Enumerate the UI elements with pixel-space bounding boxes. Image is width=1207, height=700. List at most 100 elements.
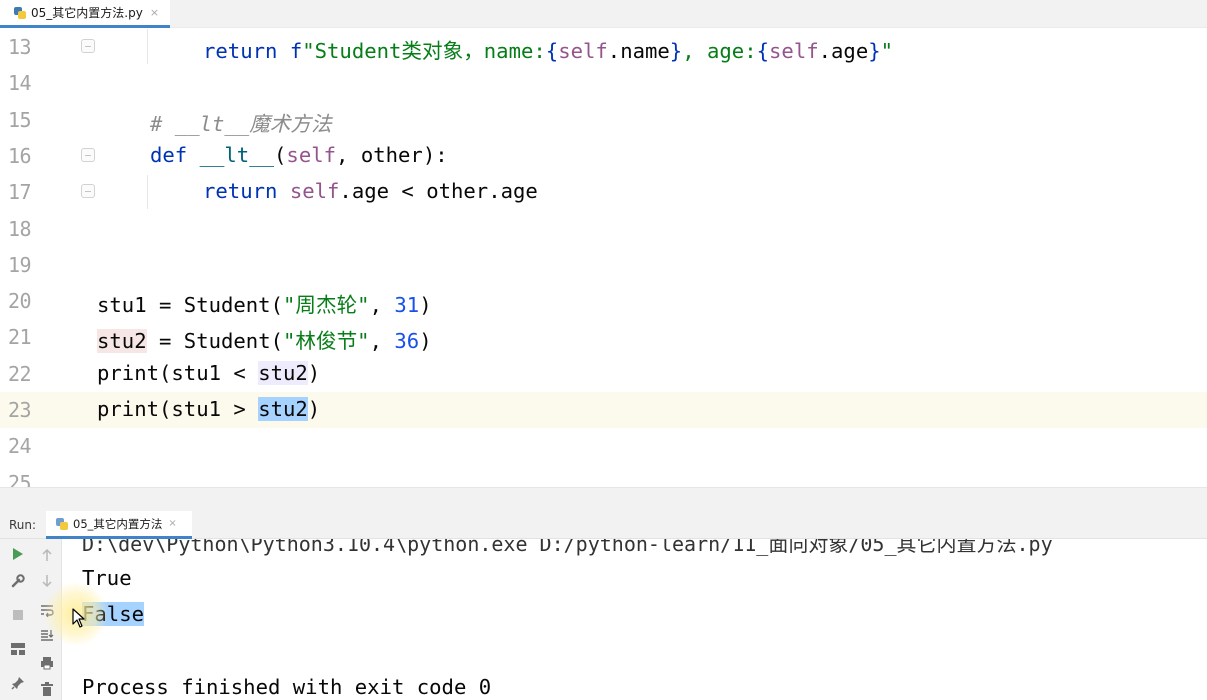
attribute: .name (607, 39, 670, 63)
code-line[interactable]: 15 # __lt__魔术方法 (0, 102, 1207, 138)
keyword: return (203, 179, 278, 204)
variable-highlight: stu2 (258, 360, 308, 385)
selected-text: stu2 (258, 397, 308, 421)
self-keyword: self (286, 142, 337, 167)
line-number: 24 (8, 434, 32, 459)
string-literal: "周杰轮" (282, 293, 370, 318)
self-keyword: self (558, 39, 608, 63)
mouse-pointer-icon (72, 608, 85, 628)
code-text: # __lt__魔术方法 (150, 107, 332, 137)
comma: , (369, 329, 395, 354)
code-line[interactable]: 22 print(stu1 < stu2) (0, 356, 1207, 392)
statement: print(stu1 < (97, 360, 259, 385)
line-number: 15 (8, 107, 32, 132)
code-line[interactable]: 24 (0, 428, 1207, 464)
keyword: def (150, 142, 188, 167)
close-icon[interactable]: × (150, 6, 159, 19)
variable-highlight: stu2 (97, 329, 147, 354)
self-keyword: self (769, 39, 819, 63)
paren: ( (274, 142, 287, 167)
run-panel-header: Run: 05_其它内置方法 × (0, 511, 1207, 539)
editor-tab[interactable]: 05_其它内置方法.py × (0, 0, 170, 28)
console-command-line: D:\dev\Python\Python3.10.4\python.exe D:… (82, 539, 1053, 556)
code-text: def __lt__(self, other): (150, 143, 448, 167)
function-name: __lt__ (199, 142, 275, 167)
code-text: print(stu1 > stu2) (97, 397, 320, 421)
code-line[interactable]: 25 (0, 465, 1207, 487)
code-line[interactable]: 17 return self.age < other.age (0, 174, 1207, 210)
code-text: stu1 = Student("周杰轮", 31) (97, 288, 432, 318)
console-output[interactable]: D:\dev\Python\Python3.10.4\python.exe D:… (62, 539, 1207, 700)
line-number: 19 (8, 252, 32, 277)
line-number: 21 (8, 325, 32, 350)
string-part: , age: (682, 39, 757, 63)
number-literal: 31 (394, 293, 420, 318)
line-number: 14 (8, 71, 32, 96)
code-text: print(stu1 < stu2) (97, 360, 321, 385)
brace: { (756, 39, 770, 63)
code-line[interactable]: 19 (0, 247, 1207, 283)
wrench-icon[interactable] (8, 571, 28, 591)
brace: { (545, 39, 559, 63)
comment-cn: 魔术方法 (249, 111, 332, 136)
code-line[interactable]: 14 (0, 65, 1207, 101)
line-number: 13 (8, 35, 32, 59)
trash-icon[interactable] (37, 679, 57, 699)
python-file-icon (14, 6, 26, 19)
layout-icon[interactable] (8, 639, 28, 659)
line-number: 18 (8, 216, 32, 241)
code-text: return f"Student类对象，name:{self.name}, ag… (203, 34, 893, 64)
paren: ) (307, 360, 321, 385)
code-line[interactable]: 20 stu1 = Student("周杰轮", 31) (0, 283, 1207, 319)
editor-tab-bar: 05_其它内置方法.py × (0, 0, 1207, 28)
line-number: 20 (8, 289, 32, 314)
comma: , (369, 293, 395, 318)
code-line[interactable]: 16 def __lt__(self, other): (0, 138, 1207, 174)
console-exit-line: Process finished with exit code 0 (82, 675, 492, 699)
string-part: " (880, 39, 894, 63)
string-part: "Student类对象，name: (302, 39, 546, 63)
code-text: stu2 = Student("林俊节", 36) (97, 324, 432, 354)
string-literal: "林俊节" (283, 329, 370, 354)
brace: } (868, 39, 881, 63)
code-line[interactable]: 21 stu2 = Student("林俊节", 36) (0, 319, 1207, 355)
code-line[interactable]: 18 (0, 211, 1207, 247)
line-number: 22 (8, 361, 32, 386)
run-tab-label: 05_其它内置方法 (73, 516, 163, 531)
fstring-prefix: f (289, 39, 303, 63)
down-arrow-icon[interactable] (37, 571, 57, 591)
statement: = Student( (146, 329, 283, 354)
print-icon[interactable] (37, 653, 57, 673)
attribute: .age (818, 39, 869, 63)
up-arrow-icon[interactable] (37, 545, 57, 565)
python-file-icon (56, 517, 68, 530)
code-text: return self.age < other.age (203, 179, 538, 203)
code-line-current[interactable]: 23 print(stu1 > stu2) (0, 392, 1207, 429)
code-line[interactable]: 13 return f"Student类对象，name:{self.name},… (0, 29, 1207, 65)
paren: ) (307, 397, 321, 421)
paren: ) (419, 293, 432, 318)
close-icon[interactable]: × (168, 518, 176, 529)
run-icon[interactable] (8, 544, 28, 564)
line-number: 17 (8, 180, 32, 205)
self-keyword: self (289, 179, 340, 204)
line-number: 23 (8, 398, 32, 422)
line-number: 25 (8, 470, 32, 487)
number-literal: 36 (394, 329, 420, 354)
params: , other): (336, 142, 448, 167)
line-number: 16 (8, 143, 32, 168)
comment: # __lt__ (150, 111, 250, 136)
keyword: return (203, 39, 278, 63)
stop-icon[interactable] (8, 605, 28, 625)
editor-horizontal-scrollbar[interactable] (0, 487, 1207, 511)
statement: stu1 = Student( (97, 293, 283, 318)
run-label: Run: (9, 518, 37, 532)
paren: ) (419, 329, 432, 354)
pin-icon[interactable] (8, 673, 28, 693)
brace: } (669, 39, 683, 63)
run-tab[interactable]: 05_其它内置方法 × (46, 511, 192, 539)
editor-tab-label: 05_其它内置方法.py (31, 6, 143, 20)
code-editor[interactable]: 13 return f"Student类对象，name:{self.name},… (0, 29, 1207, 487)
statement: print(stu1 > (97, 397, 259, 421)
expression: .age < other.age (339, 179, 538, 204)
